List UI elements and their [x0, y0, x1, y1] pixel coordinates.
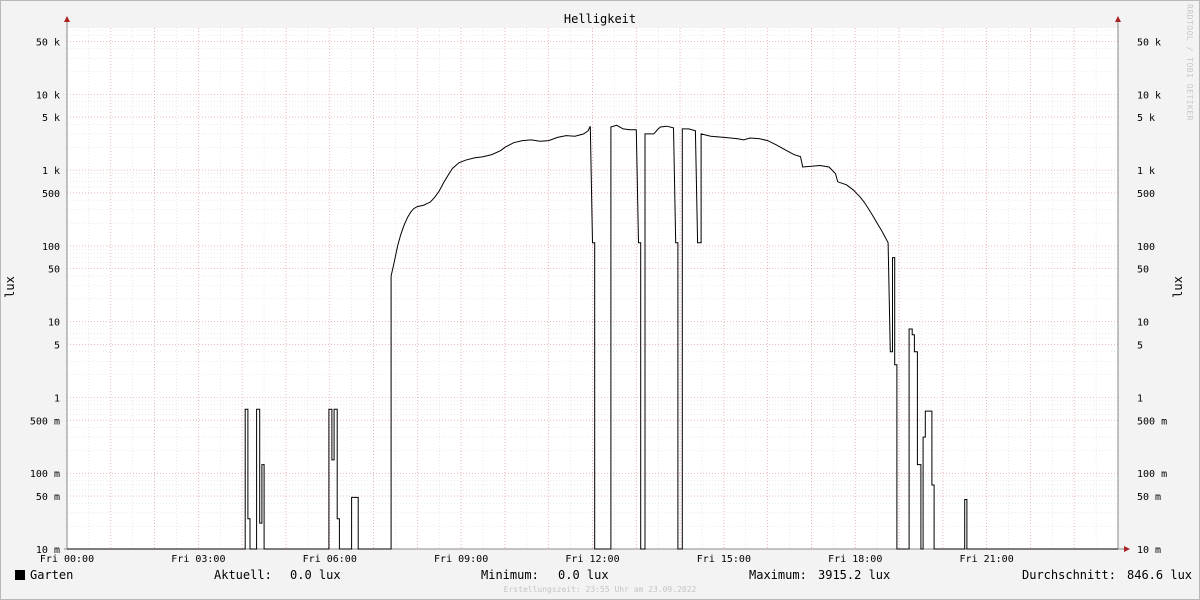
y-tick-label-left: 100	[42, 242, 60, 253]
grid	[67, 28, 1118, 550]
y-tick-label-right: 50 m	[1137, 492, 1161, 503]
rrdtool-watermark: RRDTOOL / TOBI OETIKER	[1185, 4, 1194, 121]
x-tick-label: Fri 18:00	[828, 554, 882, 565]
stat-max-label: Maximum:	[749, 568, 807, 582]
x-tick-label: Fri 12:00	[565, 554, 619, 565]
stat-max-value: 3915.2 lux	[818, 568, 891, 582]
y-axis-arrow-left	[64, 16, 70, 22]
y-tick-label-left: 50 m	[36, 492, 60, 503]
y-tick-label-left: 10	[48, 318, 60, 329]
y-tick-label-left: 10 k	[36, 90, 60, 101]
y-tick-label-right: 500	[1137, 189, 1155, 200]
x-tick-label: Fri 15:00	[697, 554, 751, 565]
y-tick-label-left: 50	[48, 265, 60, 276]
y-tick-label-right: 10 k	[1137, 90, 1161, 101]
y-tick-label-left: 5	[54, 340, 60, 351]
x-axis-arrow	[1124, 546, 1130, 552]
y-tick-label-right: 500 m	[1137, 416, 1167, 427]
x-tick-label: Fri 03:00	[171, 554, 225, 565]
y-tick-label-left: 5 k	[42, 113, 60, 124]
y-tick-label-right: 5 k	[1137, 113, 1155, 124]
legend-label-garten: Garten	[30, 568, 74, 582]
y-tick-label-right: 10 m	[1137, 545, 1161, 556]
creation-timestamp: Erstellungszeit: 23:55 Uhr am 23.09.2022	[503, 585, 697, 594]
y-tick-label-left: 1	[54, 393, 60, 404]
stat-avg-label: Durchschnitt:	[1022, 568, 1116, 582]
x-tick-label: Fri 09:00	[434, 554, 488, 565]
y-tick-label-right: 100 m	[1137, 469, 1167, 480]
y-tick-label-right: 1	[1137, 393, 1143, 404]
x-tick-label: Fri 06:00	[303, 554, 357, 565]
legend-swatch-garten	[15, 570, 25, 580]
y-tick-label-left: 100 m	[30, 469, 60, 480]
stat-min-value: 0.0 lux	[558, 568, 609, 582]
x-tick-label: Fri 21:00	[960, 554, 1014, 565]
stat-min-label: Minimum:	[481, 568, 539, 582]
y-axis-arrow-right	[1115, 16, 1121, 22]
y-tick-label-right: 1 k	[1137, 166, 1155, 177]
y-tick-label-right: 100	[1137, 242, 1155, 253]
y-axis-label-left: lux	[3, 276, 17, 298]
x-tick-label: Fri 00:00	[40, 554, 94, 565]
legend-bar: Garten Aktuell: 0.0 lux Minimum: 0.0 lux…	[0, 566, 1200, 586]
y-tick-label-left: 50 k	[36, 37, 60, 48]
stat-current-label: Aktuell:	[214, 568, 272, 582]
y-axis-label-right: lux	[1171, 276, 1185, 298]
y-tick-label-right: 50 k	[1137, 37, 1161, 48]
chart-svg: 50 k 50 k 10 k 10 k 5 k 5 k 1 k 1 k 500 500 100 100…	[3, 12, 1185, 565]
y-tick-label-right: 10	[1137, 318, 1149, 329]
stat-avg-value: 846.6 lux	[1127, 568, 1193, 582]
y-tick-label-right: 5	[1137, 340, 1143, 351]
y-tick-label-left: 500	[42, 189, 60, 200]
stat-current-value: 0.0 lux	[290, 568, 341, 582]
y-tick-label-left: 1 k	[42, 166, 60, 177]
chart-title: Helligkeit	[564, 12, 636, 26]
y-tick-label-right: 50	[1137, 265, 1149, 276]
y-tick-label-left: 500 m	[30, 416, 60, 427]
